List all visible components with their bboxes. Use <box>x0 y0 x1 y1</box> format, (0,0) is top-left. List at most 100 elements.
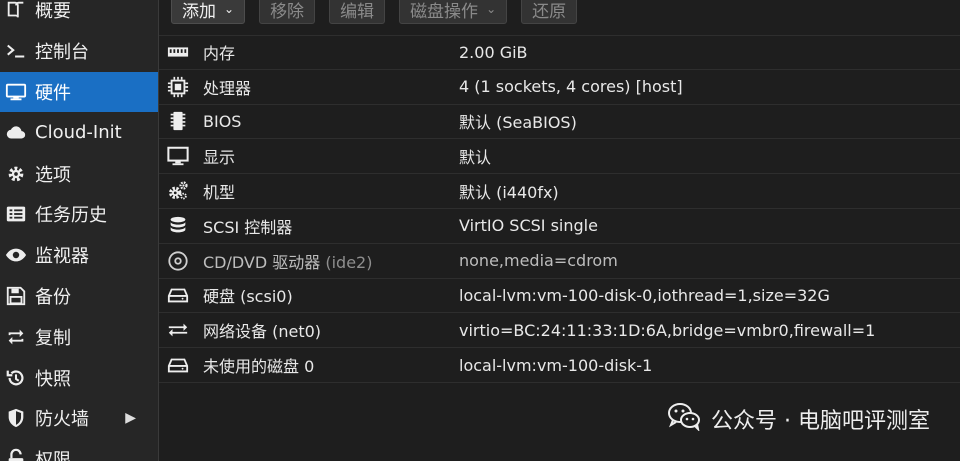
disk-action-button-label: 磁盘操作 <box>410 1 479 22</box>
disk-action-button[interactable]: 磁盘操作 ⌄ <box>399 0 508 24</box>
table-row[interactable]: 机型 默认 (i440fx) <box>159 174 960 209</box>
book-icon <box>4 0 28 22</box>
sidebar-item-label: 监视器 <box>35 246 89 268</box>
sidebar-item-label: 控制台 <box>35 42 89 64</box>
history-icon <box>4 366 28 390</box>
hardware-name: 内存 <box>193 40 459 64</box>
sidebar-item-console[interactable]: 控制台 <box>0 31 158 72</box>
shield-icon <box>4 406 28 430</box>
hardware-name-text: 显示 <box>203 148 236 168</box>
sidebar-item-label: 权限 <box>35 450 71 461</box>
expand-arrow-icon[interactable]: ▶ <box>125 410 136 426</box>
cdrom-icon <box>163 250 193 272</box>
sidebar-item-label: 概要 <box>35 1 71 23</box>
table-row[interactable]: CD/DVD 驱动器 (ide2) none,media=cdrom <box>159 244 960 279</box>
sidebar-item-label: 任务历史 <box>35 205 107 227</box>
memory-icon <box>163 41 193 63</box>
sidebar-item-backup[interactable]: 备份 <box>0 276 158 317</box>
hardware-value: local-lvm:vm-100-disk-1 <box>459 355 653 375</box>
sidebar-item-hardware[interactable]: 硬件 <box>0 71 158 113</box>
list-icon <box>4 202 28 226</box>
chevron-down-icon: ⌄ <box>486 2 497 16</box>
table-row[interactable]: 处理器 4 (1 sockets, 4 cores) [host] <box>159 70 960 105</box>
table-row[interactable]: 内存 2.00 GiB <box>159 35 960 70</box>
terminal-icon <box>4 39 28 63</box>
microchip-icon <box>163 110 193 132</box>
retweet-icon <box>4 325 28 349</box>
hardware-name: 机型 <box>193 179 459 203</box>
remove-button-label: 移除 <box>270 1 305 22</box>
main-panel: 添加 ⌄ 移除 编辑 磁盘操作 ⌄ 还原 内存 2.00 GiB 处理器 4 (… <box>159 0 960 461</box>
table-row[interactable]: BIOS 默认 (SeaBIOS) <box>159 105 960 140</box>
hardware-value: local-lvm:vm-100-disk-0,iothread=1,size=… <box>459 285 830 305</box>
toolbar: 添加 ⌄ 移除 编辑 磁盘操作 ⌄ 还原 <box>159 0 960 34</box>
edit-button[interactable]: 编辑 <box>329 0 386 24</box>
table-row[interactable]: 硬盘 (scsi0) local-lvm:vm-100-disk-0,iothr… <box>159 279 960 314</box>
edit-button-label: 编辑 <box>340 1 375 22</box>
sidebar-list: 概要 控制台 硬件 Cloud-Init 选项 任务历史 监视器 备份 复制 快… <box>0 0 158 461</box>
sidebar-item-summary[interactable]: 概要 <box>0 0 158 31</box>
exchange-icon <box>163 319 193 341</box>
add-button[interactable]: 添加 ⌄ <box>171 0 246 24</box>
hardware-name-text: 网络设备 <box>203 322 268 342</box>
table-row[interactable]: 未使用的磁盘 0 local-lvm:vm-100-disk-1 <box>159 348 960 383</box>
sidebar-item-snapshots[interactable]: 快照 <box>0 357 158 398</box>
hardware-name-text: 未使用的磁盘 0 <box>203 357 315 377</box>
unlock-icon <box>4 447 28 461</box>
database-icon <box>163 215 193 237</box>
hardware-value: virtio=BC:24:11:33:1D:6A,bridge=vmbr0,fi… <box>459 320 876 340</box>
hardware-name: 显示 <box>193 144 459 168</box>
remove-button[interactable]: 移除 <box>259 0 316 24</box>
cloud-icon <box>4 121 28 145</box>
sidebar-item-cloud-init[interactable]: Cloud-Init <box>0 112 158 153</box>
sidebar-item-task-history[interactable]: 任务历史 <box>0 194 158 235</box>
hardware-name-text: 硬盘 <box>203 287 236 307</box>
add-button-label: 添加 <box>182 1 216 22</box>
hardware-name: SCSI 控制器 <box>193 214 459 238</box>
hardware-value: 默认 (i440fx) <box>459 183 559 203</box>
hardware-name-text: 机型 <box>203 183 236 203</box>
wechat-icon <box>667 401 701 437</box>
app-window: 概要 控制台 硬件 Cloud-Init 选项 任务历史 监视器 备份 复制 快… <box>0 0 960 461</box>
floppy-icon <box>4 284 28 308</box>
sidebar: 概要 控制台 硬件 Cloud-Init 选项 任务历史 监视器 备份 复制 快… <box>0 0 159 461</box>
table-row[interactable]: 显示 默认 <box>159 139 960 175</box>
revert-button[interactable]: 还原 <box>521 0 578 24</box>
hardware-name-text: SCSI 控制器 <box>203 217 293 237</box>
hardware-name: 未使用的磁盘 0 <box>193 353 459 377</box>
hardware-value: VirtIO SCSI single <box>459 216 598 236</box>
cpu-icon <box>163 76 193 98</box>
sidebar-item-label: 选项 <box>35 164 71 186</box>
hardware-name: CD/DVD 驱动器 (ide2) <box>193 249 459 273</box>
hardware-grid: 内存 2.00 GiB 处理器 4 (1 sockets, 4 cores) [… <box>159 35 960 383</box>
sidebar-item-firewall[interactable]: 防火墙 ▶ <box>0 398 158 439</box>
sidebar-item-label: 复制 <box>35 327 71 349</box>
hardware-name-sub: (scsi0) <box>235 287 293 307</box>
hardware-name-text: 内存 <box>203 44 236 64</box>
hardware-name: 硬盘 (scsi0) <box>193 283 459 307</box>
hardware-value: none,media=cdrom <box>459 251 618 271</box>
watermark: 公众号 · 电脑吧评测室 <box>667 401 930 437</box>
sidebar-item-options[interactable]: 选项 <box>0 153 158 194</box>
hdd-icon <box>163 284 193 306</box>
hardware-name-text: CD/DVD 驱动器 <box>203 252 321 272</box>
hardware-value: 4 (1 sockets, 4 cores) [host] <box>459 77 683 97</box>
hardware-name-sub: (net0) <box>267 322 322 342</box>
hardware-value: 默认 <box>459 148 492 168</box>
table-row[interactable]: SCSI 控制器 VirtIO SCSI single <box>159 209 960 244</box>
hdd-icon <box>163 354 193 376</box>
hardware-name-text: BIOS <box>203 111 242 131</box>
monitor-icon <box>4 80 28 104</box>
table-row[interactable]: 网络设备 (net0) virtio=BC:24:11:33:1D:6A,bri… <box>159 313 960 349</box>
gear-icon <box>4 162 28 186</box>
desktop-icon <box>163 145 193 167</box>
sidebar-item-label: 备份 <box>35 286 71 308</box>
sidebar-item-monitor[interactable]: 监视器 <box>0 235 158 276</box>
cogs-icon <box>163 180 193 202</box>
eye-icon <box>4 243 28 267</box>
sidebar-item-replication[interactable]: 复制 <box>0 316 158 357</box>
hardware-value: 2.00 GiB <box>459 42 528 62</box>
hardware-name-sub: (ide2) <box>320 252 373 272</box>
hardware-name: 网络设备 (net0) <box>193 318 459 342</box>
sidebar-item-permissions[interactable]: 权限 <box>0 439 158 461</box>
